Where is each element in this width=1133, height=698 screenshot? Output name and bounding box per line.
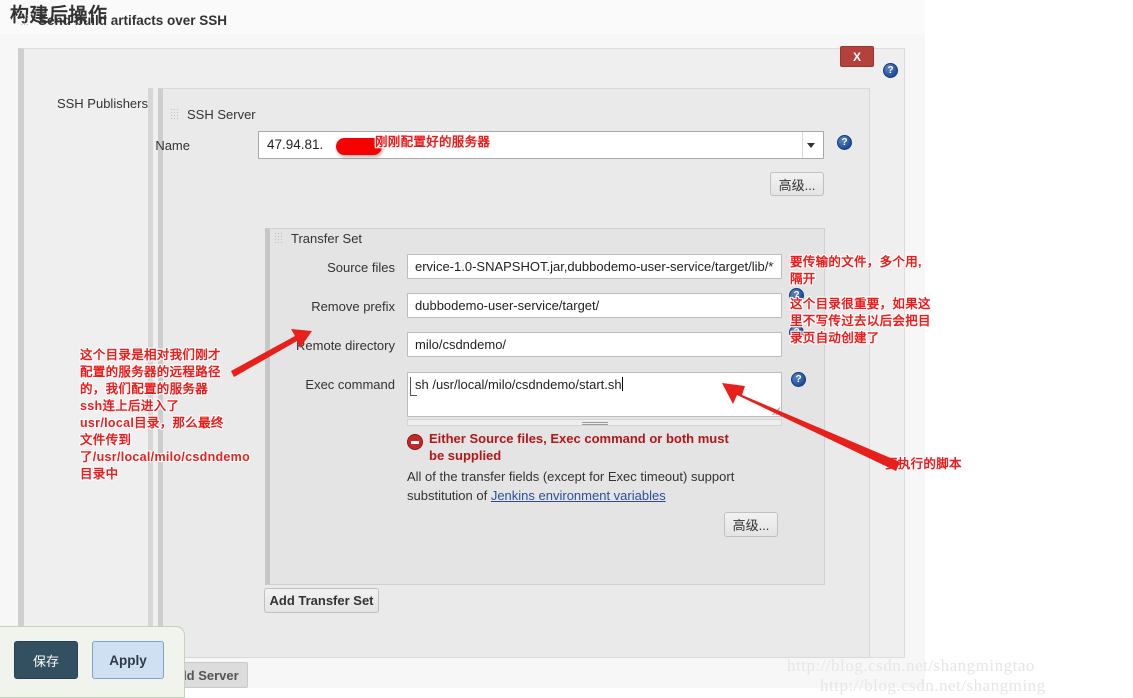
add-transfer-set-button[interactable]: Add Transfer Set — [264, 588, 379, 613]
error-icon — [407, 434, 423, 450]
advanced-button-transfer[interactable]: 高级... — [724, 512, 778, 537]
publisher-header: Send build artifacts over SSH — [20, 13, 227, 28]
label-source-files: Source files — [327, 260, 395, 275]
source-files-input[interactable] — [407, 254, 782, 279]
annotation-exec-script: 要执行的脚本 — [885, 457, 962, 471]
chevron-down-icon[interactable] — [802, 132, 818, 158]
annotation-remote-directory: 这个目录很重要，如果这里不写传过去以后会把目录页自动创建了 — [790, 297, 931, 345]
ssh-server-title-label: SSH Server — [187, 107, 256, 122]
annotation-source-files: 要传输的文件，多个用,隔开 — [790, 255, 922, 286]
remote-directory-input[interactable] — [407, 332, 782, 357]
help-icon-exec-command[interactable]: ? — [791, 372, 806, 387]
help-icon-publisher[interactable]: ? — [883, 63, 898, 78]
exec-command-value: sh /usr/local/milo/csdndemo/start.sh — [415, 377, 622, 392]
textarea-drag-bar[interactable] — [407, 419, 782, 426]
transfer-set-panel-title: Transfer Set — [274, 231, 362, 246]
label-remove-prefix: Remove prefix — [311, 299, 395, 314]
watermark-line-2: http://blog.csdn.net/shangming — [820, 676, 1046, 695]
advanced-button-server[interactable]: 高级... — [770, 172, 824, 196]
publisher-header-label: Send build artifacts over SSH — [38, 13, 228, 28]
text-caret — [621, 377, 623, 391]
annotation-remote-dir-explain: 这个目录是相对我们刚才配置的服务器的远程路径的，我们配置的服务器ssh连上后进入… — [80, 348, 251, 481]
ssh-server-name-value: 47.94.81. — [267, 137, 324, 152]
transfer-set-title-label: Transfer Set — [291, 231, 363, 246]
textarea-resize-handle[interactable] — [771, 406, 780, 415]
remove-prefix-input[interactable] — [407, 293, 782, 318]
apply-button[interactable]: Apply — [92, 641, 164, 679]
ssh-server-name-select[interactable]: 47.94.81. — [258, 131, 824, 159]
textarea-hook-icon — [410, 377, 417, 396]
label-ssh-publishers: SSH Publishers — [56, 96, 148, 111]
page-background-right — [925, 0, 1133, 688]
drag-grip-icon-ssh-server[interactable] — [170, 108, 179, 121]
jenkins-env-vars-link[interactable]: Jenkins environment variables — [491, 488, 666, 503]
label-name: Name — [155, 138, 190, 153]
watermark-line-1: http://blog.csdn.net/shangmingtao — [787, 656, 1035, 675]
exec-command-textarea[interactable]: sh /usr/local/milo/csdndemo/start.sh — [407, 372, 782, 417]
save-button[interactable]: 保存 — [14, 641, 78, 679]
ssh-server-panel-title: SSH Server — [170, 107, 256, 122]
delete-publisher-button[interactable]: X — [840, 46, 874, 67]
help-icon-name[interactable]: ? — [837, 135, 852, 150]
drag-grip-icon[interactable] — [20, 14, 29, 27]
transfer-help-note: All of the transfer fields (except for E… — [407, 467, 737, 505]
validation-error-text: Either Source files, Exec command or bot… — [429, 431, 729, 463]
drag-grip-icon-transfer-set[interactable] — [274, 232, 283, 245]
annotation-name: 刚刚配置好的服务器 — [375, 135, 491, 149]
